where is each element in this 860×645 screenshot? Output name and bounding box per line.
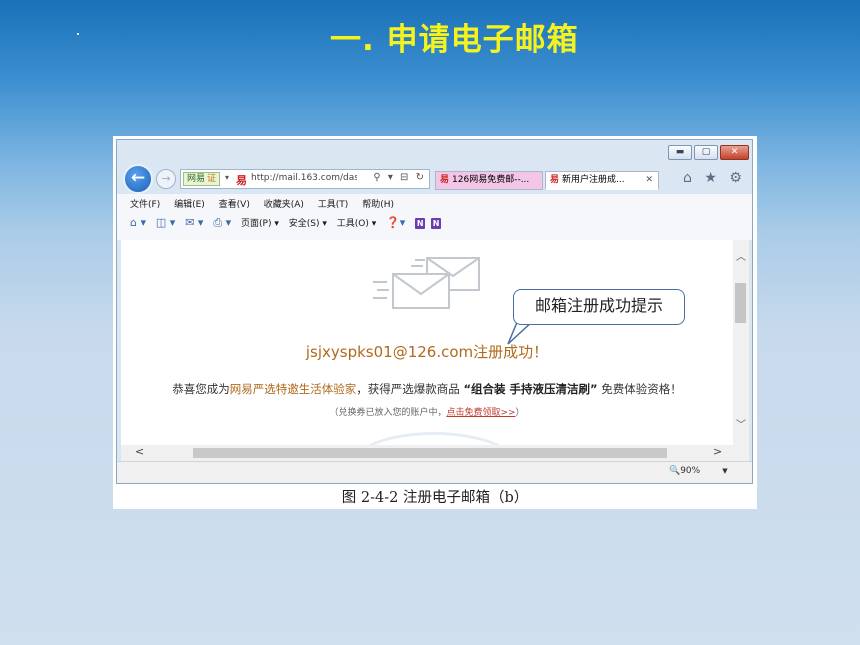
home-favorites-settings-icons[interactable]: ⌂ ★ ⚙ <box>683 170 746 186</box>
menu-edit[interactable]: 编辑(E) <box>174 200 205 210</box>
bullet-dot <box>77 33 79 35</box>
certificate-icon: 证 <box>207 174 217 184</box>
envelopes-icon <box>373 257 480 309</box>
url-input[interactable]: http://mail.163.com/dast <box>251 173 357 183</box>
page-content: 邮箱注册成功提示 jsjxyspks01@126.com注册成功！ 恭喜您成为网… <box>121 240 733 445</box>
tab-registration-success[interactable]: 易新用户注册成... ✕ <box>545 171 659 190</box>
figure: ▬ ▢ ✕ ← → 网易证 ▾ 易 http://mail.163.com/da… <box>113 136 757 509</box>
claim-link[interactable]: 点击免费领取>> <box>446 408 515 418</box>
horizontal-scrollbar[interactable]: < > <box>121 445 749 461</box>
callout-label: 邮箱注册成功提示 <box>513 289 685 325</box>
tab-favicon: 易 <box>550 175 560 185</box>
print-icon[interactable]: ⎙ ▾ <box>213 216 231 229</box>
menu-file[interactable]: 文件(F) <box>130 200 160 210</box>
close-button[interactable]: ✕ <box>720 145 749 160</box>
page-menu[interactable]: 页面(P) ▾ <box>241 219 279 229</box>
site-identity-badge[interactable]: 网易证 <box>183 172 221 186</box>
product-name: “组合装 手持液压清洁刷” <box>463 382 598 396</box>
zoom-level[interactable]: 🔍90% <box>669 466 700 476</box>
figure-caption: 图 2-4-2 注册电子邮箱（b） <box>341 490 529 506</box>
scroll-up-icon[interactable]: ︿ <box>736 248 746 263</box>
menu-bar: 文件(F) 编辑(E) 查看(V) 收藏夹(A) 工具(T) 帮助(H) <box>130 197 405 210</box>
scroll-right-icon[interactable]: > <box>713 445 722 458</box>
command-bar: ⌂ ▾ ◫ ▾ ✉ ▾ ⎙ ▾ 页面(P) ▾ 安全(S) ▾ 工具(O) ▾ … <box>130 216 444 230</box>
scroll-left-icon[interactable]: < <box>135 445 144 458</box>
tab-favicon: 易 <box>440 175 450 185</box>
browser-window: ▬ ▢ ✕ ← → 网易证 ▾ 易 http://mail.163.com/da… <box>116 139 753 484</box>
scroll-thumb[interactable] <box>735 283 746 323</box>
chevron-down-icon[interactable]: ▼ <box>722 467 727 475</box>
site-favicon: 易 <box>236 174 247 187</box>
mail-icon[interactable]: ✉ ▾ <box>185 216 203 229</box>
success-message: jsjxyspks01@126.com注册成功！ <box>305 343 549 361</box>
coupon-note: （兑换券已放入您的账户中，点击免费领取>>） <box>329 408 525 418</box>
scroll-thumb-horizontal[interactable] <box>193 448 667 458</box>
tab-label: 新用户注册成... <box>562 175 625 185</box>
decorative-circle <box>351 432 517 445</box>
vertical-scrollbar[interactable]: ︿ ﹀ <box>733 240 749 445</box>
tab-label: 126网易免费邮--... <box>452 175 530 185</box>
onenote-send-icon[interactable]: N <box>431 218 442 229</box>
back-arrow-icon[interactable]: ← <box>123 164 153 194</box>
zoom-control[interactable]: 🔍90% ▼ <box>669 466 728 476</box>
congrats-message: 恭喜您成为网易严选特邀生活体验家，获得严选爆款商品 “组合装 手持液压清洁刷” … <box>172 382 682 396</box>
forward-arrow-icon[interactable]: → <box>156 169 176 189</box>
tab-close-icon[interactable]: ✕ <box>645 172 653 189</box>
menu-help[interactable]: 帮助(H) <box>362 200 394 210</box>
maximize-button[interactable]: ▢ <box>694 145 718 160</box>
menu-favorites[interactable]: 收藏夹(A) <box>264 200 304 210</box>
help-icon[interactable]: ❓▾ <box>386 216 405 229</box>
minimize-button[interactable]: ▬ <box>668 145 692 160</box>
menu-view[interactable]: 查看(V) <box>219 200 250 210</box>
address-bar[interactable]: 网易证 ▾ 易 http://mail.163.com/dast ⚲ ▾ ⊟ ↻ <box>180 169 430 189</box>
safety-menu[interactable]: 安全(S) ▾ <box>289 219 327 229</box>
tools-menu[interactable]: 工具(O) ▾ <box>337 219 377 229</box>
home-icon[interactable]: ⌂ ▾ <box>130 216 146 229</box>
congrats-highlight[interactable]: 网易严选特邀生活体验家 <box>230 382 357 396</box>
status-bar: 🔍90% ▼ <box>117 461 752 483</box>
menu-tools[interactable]: 工具(T) <box>318 200 349 210</box>
slide-title: 一. 申请电子邮箱 <box>330 22 579 58</box>
tab-126-mail[interactable]: 易 126网易免费邮--... <box>435 171 543 190</box>
chevron-down-icon[interactable]: ▾ <box>225 173 229 182</box>
scroll-down-icon[interactable]: ﹀ <box>736 416 746 431</box>
onenote-icon[interactable]: N <box>415 218 426 229</box>
address-tools[interactable]: ⚲ ▾ ⊟ ↻ <box>373 172 426 183</box>
feeds-icon[interactable]: ◫ ▾ <box>156 216 175 229</box>
